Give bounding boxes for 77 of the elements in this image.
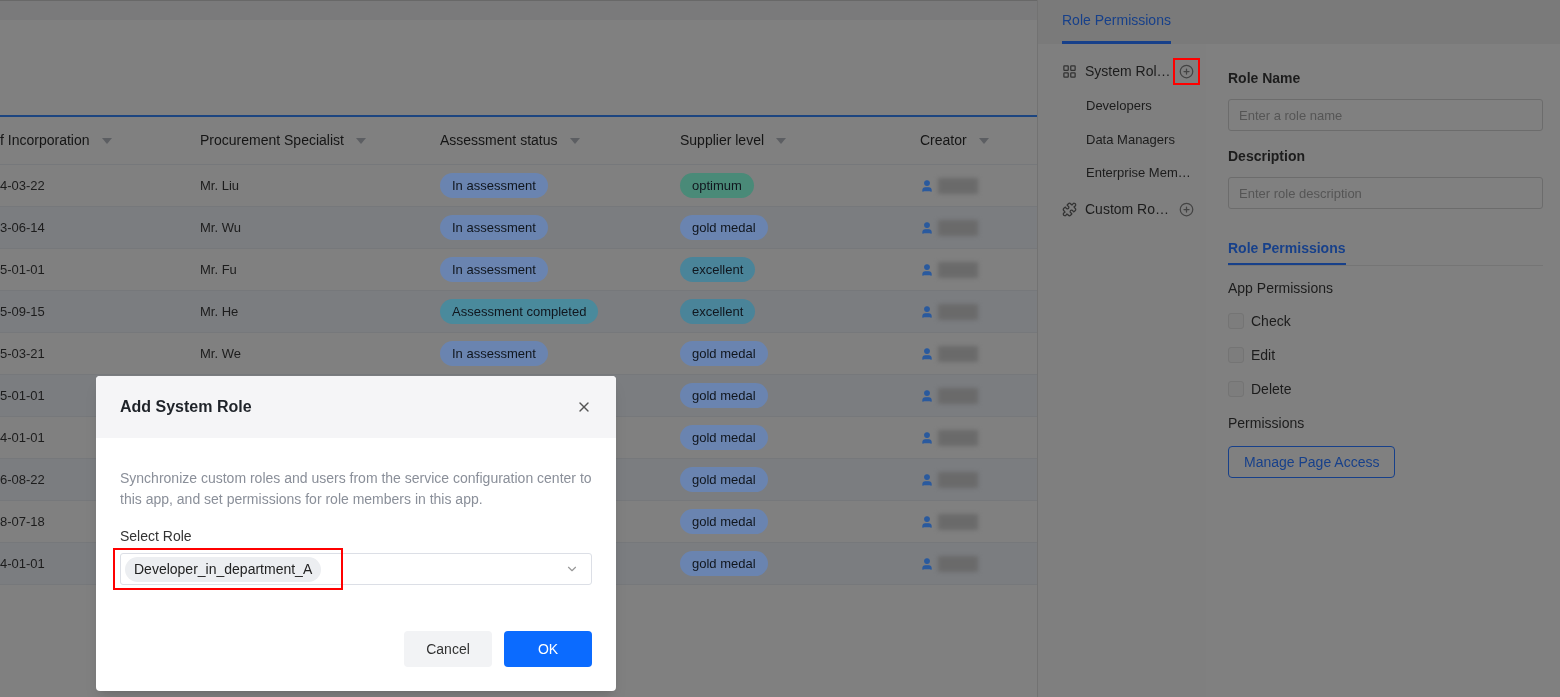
dialog-title: Add System Role <box>120 397 252 417</box>
puzzle-icon <box>1062 202 1077 217</box>
status-tag: excellent <box>680 256 756 283</box>
add-role-button[interactable] <box>1175 59 1198 83</box>
status-tag: optimum <box>680 172 754 199</box>
table-cell: 5-01-01 <box>0 261 45 277</box>
sort-caret-icon[interactable] <box>569 137 580 144</box>
user-icon <box>920 556 934 571</box>
table-cell: Mr. Wu <box>200 219 241 235</box>
status-tag: In assessment <box>440 340 548 367</box>
checkbox-label: Check <box>1251 311 1291 331</box>
user-icon <box>920 220 934 235</box>
status-tag: In assessment <box>440 172 548 199</box>
add-icon <box>1179 63 1194 79</box>
user-icon <box>920 388 934 403</box>
role-select[interactable]: Developer_in_department_A <box>120 553 592 585</box>
table-cell: Mr. Liu <box>200 177 239 193</box>
sort-caret-icon[interactable] <box>355 137 366 144</box>
grid-icon <box>1062 63 1077 79</box>
status-tag: In assessment <box>440 256 548 283</box>
status-tag: excellent <box>680 298 756 325</box>
status-tag: Assessment completed <box>440 298 599 325</box>
table-cell: 3-06-14 <box>0 219 45 235</box>
user-icon <box>920 346 934 361</box>
field-label: Role Name <box>1228 69 1302 88</box>
table-cell: 5-01-01 <box>0 387 45 403</box>
status-tag: In assessment <box>440 214 548 241</box>
section-label: Permissions <box>1228 414 1306 433</box>
field-label: Description <box>1228 147 1306 166</box>
column-header: Procurement Specialist <box>200 131 344 150</box>
role-item[interactable]: Developers <box>1062 96 1206 116</box>
manage-page-access-button[interactable]: Manage Page Access <box>1228 446 1396 478</box>
column-header: Supplier level <box>680 131 765 150</box>
status-tag: gold medal <box>680 466 768 493</box>
column-header: f Incorporation <box>0 131 90 150</box>
role-group[interactable]: Custom Ro… <box>1085 199 1171 220</box>
table-cell: Mr. He <box>200 303 239 319</box>
table-cell: Mr. We <box>200 345 241 361</box>
dialog-description: Synchronize custom roles and users from the service configuration center to this app, and set permissions for role members in this app. <box>120 469 592 509</box>
status-tag: gold medal <box>680 214 768 241</box>
section-tab[interactable]: Role Permissions <box>1228 238 1346 265</box>
user-icon <box>920 430 934 445</box>
checkbox-label: Delete <box>1251 379 1292 399</box>
ok-button[interactable]: OK <box>504 631 592 667</box>
role-item[interactable]: Data Managers <box>1062 129 1206 149</box>
table-cell: 5-03-21 <box>0 345 45 361</box>
table-cell: 8-07-18 <box>0 513 45 529</box>
status-tag: gold medal <box>680 508 768 535</box>
panel-tab[interactable]: Role Permissions <box>1062 10 1171 44</box>
sort-caret-icon[interactable] <box>101 137 112 144</box>
add-icon <box>1179 202 1194 217</box>
table-cell: 6-08-22 <box>0 471 45 487</box>
column-header: Assessment status <box>440 131 558 150</box>
status-tag: gold medal <box>680 382 768 409</box>
selected-role-tag: Developer_in_department_A <box>125 556 322 582</box>
column-header: Creator <box>920 131 967 150</box>
sort-caret-icon[interactable] <box>978 137 989 144</box>
user-icon <box>920 472 934 487</box>
role-group[interactable]: System Rol… <box>1085 60 1171 82</box>
status-tag: gold medal <box>680 424 768 451</box>
status-tag: gold medal <box>680 550 768 577</box>
user-icon <box>920 178 934 193</box>
table-cell: Mr. Fu <box>200 261 237 277</box>
cancel-button[interactable]: Cancel <box>404 631 492 667</box>
table-cell: 4-03-22 <box>0 177 45 193</box>
table-cell: 5-09-15 <box>0 303 45 319</box>
status-tag: gold medal <box>680 340 768 367</box>
role-item[interactable]: Enterprise Mem… <box>1062 163 1206 183</box>
user-icon <box>920 304 934 319</box>
section-label: App Permissions <box>1228 279 1335 298</box>
field-label: Select Role <box>120 527 193 546</box>
table-cell: 4-01-01 <box>0 429 45 445</box>
user-icon <box>920 514 934 529</box>
checkbox-label: Edit <box>1251 345 1276 365</box>
sort-caret-icon[interactable] <box>776 137 787 144</box>
user-icon <box>920 262 934 277</box>
table-cell: 4-01-01 <box>0 555 45 571</box>
